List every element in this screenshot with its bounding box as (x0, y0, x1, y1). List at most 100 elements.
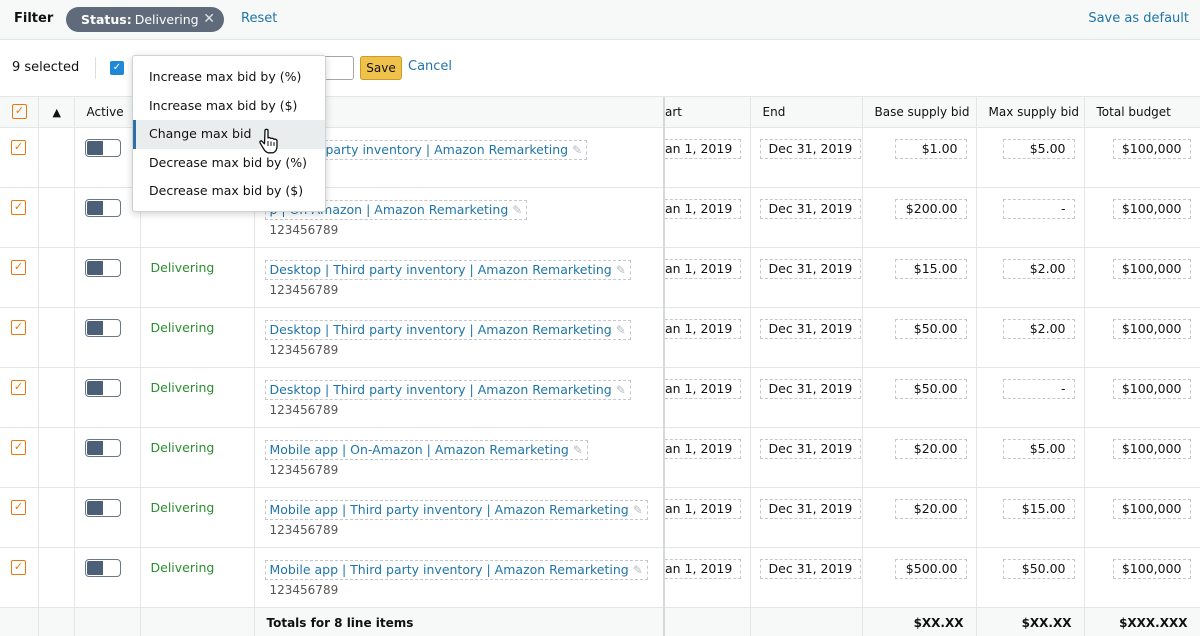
cancel-link[interactable]: Cancel (408, 59, 452, 74)
active-toggle[interactable] (84, 198, 121, 217)
max-supply-bid[interactable]: $15.00 (1002, 498, 1075, 519)
line-item-name[interactable]: Desktop | Third party inventory | Amazon… (264, 319, 631, 340)
line-item-name[interactable]: Mobile app | Third party inventory | Ama… (264, 559, 648, 580)
start-date[interactable]: an 1, 2019 (665, 558, 742, 579)
total-budget-value[interactable]: $100,000 (1112, 498, 1191, 519)
header-budget[interactable]: Total budget (1084, 97, 1200, 128)
header-select-all[interactable]: ✓ (0, 97, 39, 128)
pencil-icon[interactable]: ✎ (616, 263, 626, 277)
max-supply-bid[interactable]: - (1002, 378, 1075, 399)
line-item-id: 123456789 (269, 282, 339, 297)
end-date[interactable]: Dec 31, 2019 (759, 138, 861, 159)
line-item-name-text[interactable]: Mobile app | Third party inventory | Ama… (270, 502, 629, 517)
active-toggle[interactable] (84, 318, 121, 337)
header-base-bid[interactable]: Base supply bid (862, 97, 977, 128)
header-start[interactable]: art (664, 97, 751, 128)
start-date[interactable]: an 1, 2019 (665, 258, 742, 279)
end-date[interactable]: Dec 31, 2019 (759, 198, 861, 219)
save-as-default-link[interactable]: Save as default (1088, 11, 1189, 26)
start-date[interactable]: an 1, 2019 (665, 438, 742, 459)
status-filter-chip[interactable]: Status: Delivering ✕ (66, 7, 224, 32)
end-date[interactable]: Dec 31, 2019 (759, 558, 861, 579)
row-checkbox[interactable]: ✓ (11, 379, 26, 395)
max-supply-bid[interactable]: $2.00 (1002, 318, 1075, 339)
line-item-name-text[interactable]: Desktop | Third party inventory | Amazon… (270, 322, 612, 337)
active-toggle[interactable] (84, 258, 121, 277)
end-date[interactable]: Dec 31, 2019 (759, 498, 861, 519)
row-checkbox[interactable]: ✓ (11, 319, 26, 335)
line-item-name-text[interactable]: Mobile app | Third party inventory | Ama… (270, 562, 629, 577)
active-toggle[interactable] (84, 438, 121, 457)
total-budget-value[interactable]: $100,000 (1112, 558, 1191, 579)
table-row: ✓ Delivering Mobile app | Third party inve… (0, 487, 1200, 548)
total-budget-value[interactable]: $100,000 (1112, 318, 1191, 339)
active-toggle[interactable] (84, 498, 121, 517)
line-item-name[interactable]: Mobile app | Third party inventory | Ama… (264, 499, 648, 520)
total-budget-value[interactable]: $100,000 (1112, 258, 1191, 279)
reset-link[interactable]: Reset (241, 11, 277, 26)
max-supply-bid[interactable]: - (1002, 198, 1075, 219)
pencil-icon[interactable]: ✎ (633, 563, 643, 577)
header-max-bid[interactable]: Max supply bid (976, 97, 1085, 128)
total-budget-value[interactable]: $100,000 (1112, 198, 1191, 219)
end-date[interactable]: Dec 31, 2019 (759, 258, 861, 279)
pencil-icon[interactable]: ✎ (572, 143, 582, 157)
dropdown-item[interactable]: Change max bid (133, 120, 325, 149)
start-date[interactable]: an 1, 2019 (665, 498, 742, 519)
end-date[interactable]: Dec 31, 2019 (759, 438, 861, 459)
base-supply-bid[interactable]: $20.00 (894, 498, 967, 519)
dropdown-item[interactable]: Decrease max bid by (%) (133, 149, 325, 178)
base-supply-bid[interactable]: $50.00 (894, 378, 967, 399)
header-end[interactable]: End (750, 97, 863, 128)
row-checkbox[interactable]: ✓ (11, 259, 26, 275)
end-date[interactable]: Dec 31, 2019 (759, 378, 861, 399)
max-supply-bid[interactable]: $5.00 (1002, 138, 1075, 159)
row-checkbox[interactable]: ✓ (11, 559, 26, 575)
total-budget-value[interactable]: $100,000 (1112, 138, 1191, 159)
dropdown-item[interactable]: Increase max bid by ($) (133, 92, 325, 121)
bid-value-input[interactable] (325, 56, 354, 80)
pencil-icon[interactable]: ✎ (633, 503, 643, 517)
save-button[interactable]: Save (360, 56, 402, 80)
total-budget-value[interactable]: $100,000 (1112, 378, 1191, 399)
row-checkbox[interactable]: ✓ (11, 199, 26, 215)
row-checkbox[interactable]: ✓ (11, 439, 26, 455)
line-item-name[interactable]: Desktop | Third party inventory | Amazon… (264, 259, 631, 280)
base-supply-bid[interactable]: $50.00 (894, 318, 967, 339)
pencil-icon[interactable]: ✎ (573, 443, 583, 457)
select-all-checkbox[interactable]: ✓ (110, 61, 124, 75)
row-checkbox[interactable]: ✓ (11, 139, 26, 155)
max-supply-bid[interactable]: $50.00 (1002, 558, 1075, 579)
line-item-name[interactable]: Mobile app | On-Amazon | Amazon Remarket… (264, 439, 588, 460)
total-budget-value[interactable]: $100,000 (1112, 438, 1191, 459)
header-active[interactable]: Active (74, 97, 141, 128)
start-date[interactable]: an 1, 2019 (665, 198, 742, 219)
dropdown-item[interactable]: Increase max bid by (%) (133, 63, 325, 92)
line-item-name-text[interactable]: Mobile app | On-Amazon | Amazon Remarket… (270, 442, 569, 457)
dropdown-item[interactable]: Decrease max bid by ($) (133, 177, 325, 206)
start-date[interactable]: an 1, 2019 (665, 138, 742, 159)
base-supply-bid[interactable]: $200.00 (894, 198, 967, 219)
start-date[interactable]: an 1, 2019 (665, 318, 742, 339)
base-supply-bid[interactable]: $20.00 (894, 438, 967, 459)
pencil-icon[interactable]: ✎ (616, 323, 626, 337)
active-toggle[interactable] (84, 558, 121, 577)
pencil-icon[interactable]: ✎ (616, 383, 626, 397)
active-toggle[interactable] (84, 138, 121, 157)
pencil-icon[interactable]: ✎ (512, 203, 522, 217)
base-supply-bid[interactable]: $1.00 (894, 138, 967, 159)
base-supply-bid[interactable]: $500.00 (894, 558, 967, 579)
start-date[interactable]: an 1, 2019 (665, 378, 742, 399)
base-supply-bid[interactable]: $15.00 (894, 258, 967, 279)
end-date[interactable]: Dec 31, 2019 (759, 318, 861, 339)
status-badge: Delivering (150, 319, 215, 335)
max-supply-bid[interactable]: $5.00 (1002, 438, 1075, 459)
line-item-name-text[interactable]: Desktop | Third party inventory | Amazon… (270, 262, 612, 277)
active-toggle[interactable] (84, 378, 121, 397)
line-item-name-text[interactable]: Desktop | Third party inventory | Amazon… (270, 382, 612, 397)
max-supply-bid[interactable]: $2.00 (1002, 258, 1075, 279)
close-icon[interactable]: ✕ (203, 11, 215, 27)
row-checkbox[interactable]: ✓ (11, 499, 26, 515)
checkbox-checked-icon[interactable]: ✓ (12, 104, 27, 120)
line-item-name[interactable]: Desktop | Third party inventory | Amazon… (264, 379, 631, 400)
